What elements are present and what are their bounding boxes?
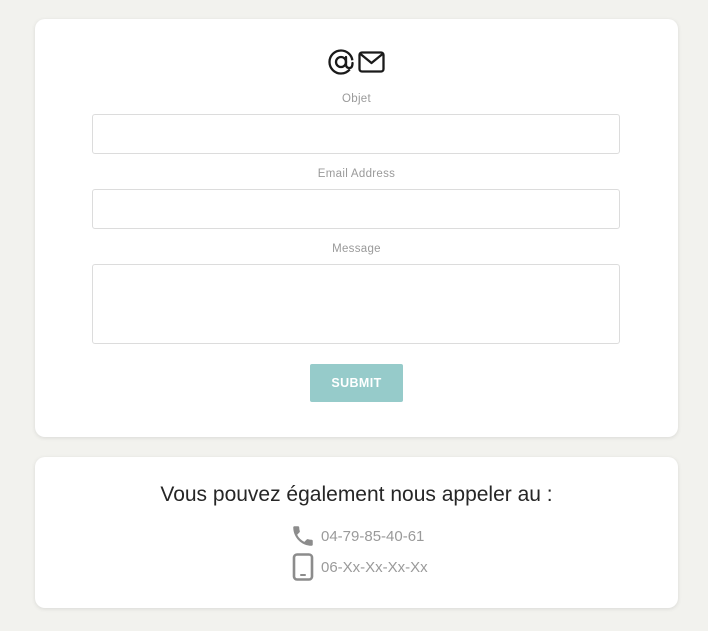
email-field[interactable] xyxy=(92,189,620,229)
contact-header-icons xyxy=(327,48,385,76)
phone-number-landline[interactable]: 04-79-85-40-61 xyxy=(321,528,424,545)
phone-row-landline: 04-79-85-40-61 xyxy=(286,523,424,549)
phone-icon xyxy=(286,523,320,549)
contact-form-card: Objet Email Address Message SUBMIT xyxy=(35,19,678,437)
envelope-icon xyxy=(358,51,385,73)
email-label: Email Address xyxy=(317,168,396,180)
phone-number-mobile[interactable]: 06-Xx-Xx-Xx-Xx xyxy=(321,559,428,576)
call-info-card: Vous pouvez également nous appeler au : … xyxy=(35,457,678,608)
call-title: Vous pouvez également nous appeler au : xyxy=(160,483,553,506)
mobile-phone-icon xyxy=(286,553,320,581)
phone-row-mobile: 06-Xx-Xx-Xx-Xx xyxy=(286,553,428,581)
at-icon xyxy=(327,48,355,76)
message-textarea[interactable] xyxy=(92,264,620,344)
submit-button[interactable]: SUBMIT xyxy=(310,364,403,402)
subject-label: Objet xyxy=(342,93,371,105)
subject-input[interactable] xyxy=(92,114,620,154)
message-label: Message xyxy=(332,243,381,255)
